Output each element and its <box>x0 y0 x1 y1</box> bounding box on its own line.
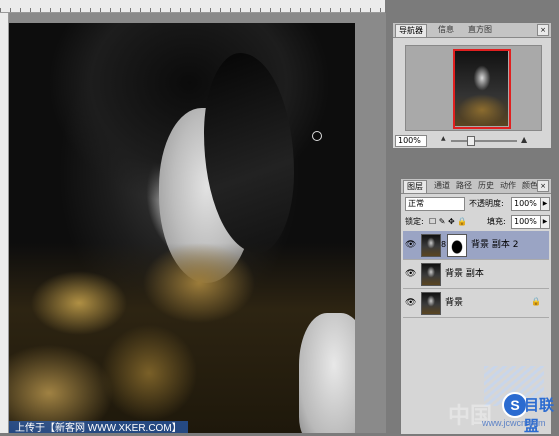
blend-mode-select[interactable]: 正常 <box>405 197 465 211</box>
layer-row[interactable]: 👁 背景 副本 <box>403 260 549 289</box>
navigator-zoom-bar: 100% ▲ ▲ <box>395 135 550 147</box>
tab-layers[interactable]: 图层 <box>403 180 427 193</box>
layer-name[interactable]: 背景 副本 <box>445 268 484 280</box>
visibility-eye-icon[interactable]: 👁 <box>405 240 416 250</box>
layer-thumbnail <box>421 234 441 257</box>
lock-icon: 🔒 <box>531 297 541 306</box>
navigator-view-box[interactable] <box>453 49 511 129</box>
blend-row: 正常 不透明度: 100% ▶ <box>403 197 553 211</box>
brush-cursor-icon <box>312 131 322 141</box>
opacity-label: 不透明度: <box>469 199 504 208</box>
photo-image <box>9 23 355 433</box>
visibility-eye-icon[interactable]: 👁 <box>405 298 416 308</box>
tab-info[interactable]: 信息 <box>435 24 457 36</box>
tab-channels[interactable]: 通道 <box>431 180 453 192</box>
fill-label: 填充: <box>487 217 506 226</box>
navigator-tabs: 导航器 信息 直方图 × <box>393 23 551 38</box>
tab-paths[interactable]: 路径 <box>453 180 475 192</box>
layer-mask-thumbnail[interactable] <box>447 234 467 257</box>
close-icon[interactable]: × <box>537 24 549 36</box>
opacity-arrow-icon[interactable]: ▶ <box>540 197 550 211</box>
upload-watermark: 上传于【新客网 WWW.XKER.COM】 <box>9 421 188 433</box>
fill-arrow-icon[interactable]: ▶ <box>540 215 550 229</box>
logo-name: 目联盟 <box>524 397 555 435</box>
zoom-slider[interactable] <box>451 140 517 142</box>
layer-name[interactable]: 背景 <box>445 297 463 309</box>
document-canvas[interactable]: 上传于【新客网 WWW.XKER.COM】 <box>9 13 386 433</box>
layer-thumbnail <box>421 292 441 315</box>
logo-url: www.jcwcn.com <box>482 418 546 428</box>
navigator-preview[interactable] <box>405 45 542 131</box>
site-logo: 中国 S 目联盟 www.jcwcn.com <box>444 348 559 435</box>
tab-navigator[interactable]: 导航器 <box>395 24 427 37</box>
lock-row: 锁定: ☐ ✎ ✥ 🔒 填充: 100% ▶ <box>403 215 553 229</box>
zoom-in-icon[interactable]: ▲ <box>521 135 527 144</box>
opacity-input[interactable]: 100% <box>511 197 541 211</box>
fill-input[interactable]: 100% <box>511 215 541 229</box>
tab-actions[interactable]: 动作 <box>497 180 519 192</box>
horizontal-ruler[interactable] <box>0 0 385 13</box>
lock-label: 锁定: <box>405 217 424 226</box>
zoom-slider-knob[interactable] <box>467 136 475 146</box>
navigator-panel: 导航器 信息 直方图 × 100% ▲ ▲ <box>392 22 552 149</box>
close-icon[interactable]: × <box>537 180 549 192</box>
lock-icons[interactable]: ☐ ✎ ✥ 🔒 <box>429 216 467 228</box>
zoom-out-icon[interactable]: ▲ <box>441 135 446 142</box>
vertical-ruler[interactable] <box>0 13 9 433</box>
layer-name[interactable]: 背景 副本 2 <box>471 239 518 251</box>
layer-thumbnail <box>421 263 441 286</box>
layer-row[interactable]: 👁 8 背景 副本 2 <box>403 231 549 260</box>
visibility-eye-icon[interactable]: 👁 <box>405 269 416 279</box>
tab-histogram[interactable]: 直方图 <box>465 24 495 36</box>
layer-row[interactable]: 👁 背景 🔒 <box>403 289 549 318</box>
link-chain-icon[interactable]: 8 <box>441 240 446 249</box>
layers-tabs: 图层 通道 路径 历史 动作 颜色 × <box>401 179 551 194</box>
zoom-input[interactable]: 100% <box>395 135 427 147</box>
tab-history[interactable]: 历史 <box>475 180 497 192</box>
photo-hand <box>299 313 355 433</box>
